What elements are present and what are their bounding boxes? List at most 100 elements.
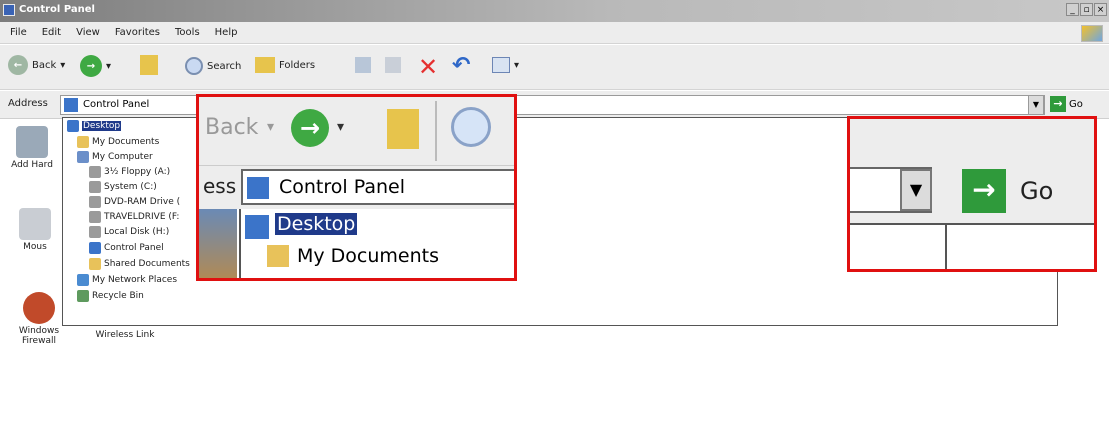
drive-icon [89,181,101,193]
menu-bar: File Edit View Favorites Tools Help [0,22,1109,44]
zoom-dropdown-list: Desktop My Documents [239,209,514,278]
content-item-wireless-link[interactable]: Wireless Link [90,330,160,340]
forward-button[interactable]: → ▾ [80,55,111,77]
search-icon [185,57,203,75]
folders-icon [255,57,275,73]
address-label: Address [8,98,48,109]
zoom-callout-go: ▼ → Go [847,116,1097,272]
forward-arrow-icon: → [80,55,102,77]
zoom-address-value: Control Panel [279,176,405,198]
folder-icon [89,258,101,270]
up-folder-icon[interactable] [387,109,419,149]
back-button[interactable]: ← Back ▾ [8,55,65,75]
chevron-down-icon: ▾ [337,119,345,135]
views-icon [492,57,510,73]
content-item-mouse[interactable]: Mous [10,208,60,252]
window-title: Control Panel [19,4,95,15]
toolbar-separator [435,101,437,161]
menu-help[interactable]: Help [215,27,238,38]
control-panel-icon [247,177,269,199]
recycle-bin-icon [77,290,89,302]
tree-item-traveldrive[interactable]: TRAVELDRIVE (F: [89,211,179,223]
undo-button[interactable]: ↶ [452,53,470,78]
forward-arrow-icon[interactable]: → [291,109,329,147]
tree-item-recycle-bin[interactable]: Recycle Bin [77,290,144,302]
toolbar: ← Back ▾ → ▾ Search Folders ✕ ↶ ▾ [0,45,1109,90]
move-to-button[interactable] [355,57,371,73]
chevron-down-icon: ▾ [267,119,275,135]
menu-favorites[interactable]: Favorites [115,27,160,38]
go-arrow-icon[interactable]: → [962,169,1006,213]
address-dropdown-button[interactable]: ▼ [1028,95,1044,115]
tree-item-my-computer[interactable]: My Computer [77,151,153,163]
menu-edit[interactable]: Edit [42,27,61,38]
tree-item-floppy[interactable]: 3½ Floppy (A:) [89,166,170,178]
close-button[interactable]: × [1094,3,1107,16]
address-bar: Address Control Panel ▼ → Go [0,91,1109,119]
zoom-item-desktop[interactable]: Desktop [275,213,358,235]
control-panel-icon [3,4,15,16]
go-label: Go [1069,98,1083,110]
search-button[interactable]: Search [185,57,241,75]
tree-item-desktop[interactable]: Desktop [67,120,122,132]
delete-button[interactable]: ✕ [418,53,438,81]
folders-label: Folders [279,59,316,71]
tree-item-dvd-ram[interactable]: DVD-RAM Drive ( [89,196,180,208]
zoom-address-input[interactable]: Control Panel [241,169,514,205]
tree-item-my-documents[interactable]: My Documents [77,136,159,148]
folder-icon [267,245,289,267]
views-button[interactable]: ▾ [492,57,519,73]
minimize-button[interactable]: _ [1066,3,1079,16]
go-arrow-icon: → [1050,96,1066,112]
window-controls: _ ▫ × [1066,3,1107,16]
drive-icon [89,211,101,223]
chevron-down-icon: ▾ [106,60,112,72]
floppy-icon [89,166,101,178]
zoom-background-icon [199,209,237,278]
content-item-windows-firewall[interactable]: Windows Firewall [14,292,64,346]
copy-to-icon [385,57,401,73]
menu-view[interactable]: View [76,27,100,38]
tree-item-system-c[interactable]: System (C:) [89,181,157,193]
divider [850,223,1094,225]
tree-item-local-disk-h[interactable]: Local Disk (H:) [89,226,169,238]
zoom-toolbar: Back ▾ → ▾ [199,97,514,165]
address-value: Control Panel [83,99,150,110]
undo-icon: ↶ [452,53,471,78]
maximize-button[interactable]: ▫ [1080,3,1093,16]
menu-file[interactable]: File [10,27,27,38]
zoom-address-partial: ess [203,174,237,198]
go-button[interactable]: → Go [1050,96,1083,112]
zoom-go-bar: ▼ → Go [850,119,1094,223]
control-panel-icon [64,98,78,112]
zoom-go-label[interactable]: Go [1020,177,1053,205]
back-label: Back [32,59,57,71]
zoom-callout-toolbar: Back ▾ → ▾ ess Control Panel Desktop My … [196,94,517,281]
menu-tools[interactable]: Tools [175,27,200,38]
folders-button[interactable]: Folders [255,57,315,73]
back-arrow-icon: ← [8,55,28,75]
desktop-icon [245,215,269,239]
network-icon [77,274,89,286]
tree-item-shared-documents[interactable]: Shared Documents [89,258,190,270]
tree-item-control-panel[interactable]: Control Panel [89,242,164,254]
zoom-back-label: Back [205,115,259,140]
chevron-down-icon: ▾ [60,59,66,71]
control-panel-icon [89,242,101,254]
folder-icon [77,136,89,148]
windows-logo-icon [1081,25,1103,42]
delete-icon: ✕ [418,53,439,81]
search-icon[interactable] [451,107,491,147]
copy-to-button[interactable] [385,57,401,73]
address-dropdown-button[interactable]: ▼ [900,169,932,211]
add-hardware-icon [16,126,48,158]
move-to-icon [355,57,371,73]
computer-icon [77,151,89,163]
up-button[interactable] [140,55,158,75]
divider [945,223,947,269]
drive-icon [89,226,101,238]
zoom-item-my-documents[interactable]: My Documents [297,245,439,267]
tree-item-my-network-places[interactable]: My Network Places [77,274,177,286]
chevron-down-icon: ▾ [514,59,520,71]
content-item-add-hardware[interactable]: Add Hard [6,126,58,170]
